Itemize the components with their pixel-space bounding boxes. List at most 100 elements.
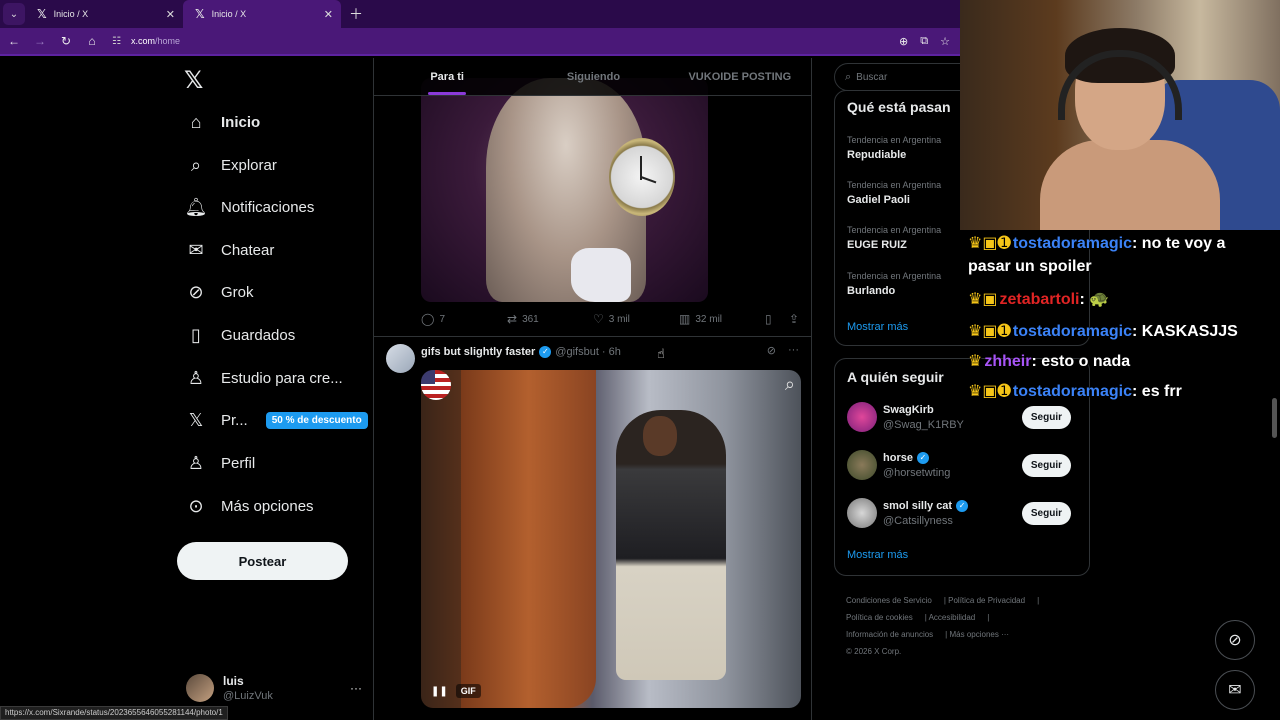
reply-button[interactable]: ◯ 7 bbox=[421, 312, 445, 326]
avatar[interactable] bbox=[386, 344, 415, 373]
suggestion-handle: @horsetwting bbox=[883, 466, 951, 479]
nav-item-explorar[interactable]: ⌕ Explorar bbox=[186, 145, 277, 185]
show-more-trends-link[interactable]: Mostrar más bbox=[847, 321, 908, 333]
like-button[interactable]: ♡ 3 mil bbox=[593, 312, 630, 326]
show-more-follow-link[interactable]: Mostrar más bbox=[847, 549, 908, 561]
nav-item-label: Notificaciones bbox=[221, 198, 315, 216]
nav-item-notificaciones[interactable]: 🔔︎ Notificaciones bbox=[184, 187, 315, 227]
suggestion-handle: @Catsillyness bbox=[883, 514, 953, 527]
page-scrollbar[interactable] bbox=[1272, 398, 1277, 438]
url-field[interactable]: ☷ x.com/home bbox=[112, 36, 180, 47]
nav-item-estudio[interactable]: ♙ Estudio para cre... bbox=[186, 358, 343, 398]
chat-text: KASKASJJS bbox=[1141, 323, 1238, 340]
url-path: /home bbox=[154, 36, 180, 46]
nav-item-chatear[interactable]: ✉ Chatear bbox=[186, 230, 274, 270]
more-dots-icon[interactable]: ··· bbox=[350, 681, 362, 695]
footer-link[interactable]: Condiciones de Servicio bbox=[846, 596, 932, 605]
new-tab-icon[interactable]: ＋ bbox=[349, 4, 363, 24]
streamer-torso bbox=[1040, 140, 1220, 230]
post-button[interactable]: Postear bbox=[177, 542, 348, 580]
coat-figure bbox=[461, 370, 596, 708]
nav-item-label: Explorar bbox=[221, 156, 277, 174]
nav-item-label: Inicio bbox=[221, 113, 261, 131]
more-dots-icon[interactable]: ··· bbox=[788, 344, 799, 357]
nav-item-grok[interactable]: ⊘ Grok bbox=[186, 272, 254, 312]
footer-link[interactable]: Información de anuncios bbox=[846, 630, 933, 639]
footer-link[interactable]: Política de cookies bbox=[846, 613, 913, 622]
chat-message: ♛▣➊ tostadoramagic: no te voy a pasar un … bbox=[968, 235, 1226, 275]
zoom-icon[interactable]: ⊕ bbox=[899, 35, 908, 48]
post-divider bbox=[374, 336, 811, 337]
feed-tabs: Para ti Siguiendo VUKOIDE POSTING bbox=[374, 58, 811, 96]
tab-vukoide-posting[interactable]: VUKOIDE POSTING bbox=[667, 58, 811, 95]
mouse-cursor-icon: ☝ bbox=[657, 346, 665, 361]
webcam-overlay bbox=[960, 0, 1280, 230]
bookmark-icon[interactable]: ▯ bbox=[765, 312, 772, 326]
link-hover-status: https://x.com/Sixrande/status/2023655646… bbox=[0, 706, 228, 720]
chat-badges-icon: ♛▣➊ bbox=[968, 383, 1011, 400]
chat-message: ♛ zhheir: esto o nada bbox=[968, 353, 1131, 370]
face bbox=[643, 416, 677, 456]
account-switcher[interactable]: luis @LuizVuk ··· bbox=[186, 670, 366, 706]
nav-item-premium[interactable]: 𝕏 Pr... 50 % de descuento bbox=[186, 400, 368, 440]
mail-icon: ✉ bbox=[188, 239, 204, 260]
reload-icon[interactable]: ↻ bbox=[54, 34, 78, 48]
nav-item-mas-opciones[interactable]: ⊙ Más opciones bbox=[186, 486, 313, 526]
chat-username: zetabartoli bbox=[999, 291, 1080, 308]
nav-item-perfil[interactable]: ♙ Perfil bbox=[186, 443, 255, 483]
share-icon[interactable]: ⇪ bbox=[789, 312, 799, 326]
bookmark-icon: ▯ bbox=[191, 324, 201, 345]
nav-item-guardados[interactable]: ▯ Guardados bbox=[186, 315, 295, 355]
who-to-follow-title: A quién seguir bbox=[847, 369, 944, 385]
post-author-name[interactable]: gifs but slightly faster bbox=[421, 346, 535, 358]
site-info-icon[interactable]: ☷ bbox=[112, 36, 121, 47]
discount-badge: 50 % de descuento bbox=[265, 411, 368, 429]
chat-badges-icon: ♛▣➊ bbox=[968, 323, 1011, 340]
verified-badge-icon: ✓ bbox=[916, 451, 929, 464]
tab-siguiendo[interactable]: Siguiendo bbox=[520, 58, 666, 95]
back-icon[interactable]: ← bbox=[2, 34, 26, 48]
forward-icon[interactable]: → bbox=[28, 34, 52, 48]
nav-item-inicio[interactable]: ⌂ Inicio bbox=[186, 102, 261, 142]
chat-message: ♛▣➊ tostadoramagic: KASKASJJS bbox=[968, 323, 1238, 340]
x-favicon-icon: 𝕏 bbox=[37, 7, 47, 21]
post-image-cat-with-watch[interactable] bbox=[421, 78, 708, 302]
main-feed: Para ti Siguiendo VUKOIDE POSTING ◯ 7 ⇄ … bbox=[373, 58, 812, 720]
trends-title: Qué está pasan bbox=[847, 99, 951, 115]
post-gif[interactable]: ⌕ ❚❚ GIF bbox=[421, 370, 801, 708]
repost-button[interactable]: ⇄ 361 bbox=[507, 312, 539, 326]
grok-floating-button[interactable]: ⊘ bbox=[1215, 620, 1255, 660]
x-logo-icon[interactable]: 𝕏 bbox=[184, 66, 203, 95]
messages-floating-button[interactable]: ✉ bbox=[1215, 670, 1255, 710]
install-app-icon[interactable]: ⧉ bbox=[920, 35, 928, 48]
suggestion-handle: @Swag_K1RBY bbox=[883, 418, 964, 431]
bookmark-star-icon[interactable]: ☆ bbox=[940, 35, 950, 48]
tab-para-ti[interactable]: Para ti bbox=[374, 58, 520, 95]
nav-item-label: Pr... bbox=[221, 411, 248, 429]
grok-icon: ⊘ bbox=[188, 281, 204, 302]
nav-item-label: Perfil bbox=[221, 454, 256, 472]
grok-explain-icon[interactable]: ⊘ bbox=[767, 344, 776, 357]
chat-message: ♛▣➊ tostadoramagic: es frr bbox=[968, 383, 1182, 400]
post-time[interactable]: 6h bbox=[609, 346, 621, 358]
pause-icon[interactable]: ❚❚ bbox=[431, 686, 448, 697]
x-favicon-icon: 𝕏 bbox=[195, 7, 205, 21]
browser-tab-2[interactable]: 𝕏 Inicio / X ✕ bbox=[183, 0, 341, 28]
tab-list-dropdown[interactable]: ⌄ bbox=[3, 3, 25, 25]
mail-icon: ✉ bbox=[1228, 682, 1242, 699]
post-author-handle[interactable]: @gifsbut bbox=[555, 346, 599, 358]
copyright: © 2026 X Corp. bbox=[846, 647, 902, 656]
chat-badges-icon: ♛ bbox=[968, 353, 983, 370]
repost-count: 361 bbox=[522, 313, 539, 325]
avatar bbox=[847, 402, 877, 432]
home-browser-icon[interactable]: ⌂ bbox=[80, 34, 104, 48]
nav-item-label: Grok bbox=[221, 283, 254, 301]
grok-icon: ⊘ bbox=[1228, 632, 1242, 649]
close-tab-icon[interactable]: ✕ bbox=[166, 8, 175, 21]
close-tab-icon[interactable]: ✕ bbox=[324, 8, 333, 21]
magnifier-icon: ⌕ bbox=[784, 374, 795, 394]
views-button[interactable]: ▥ 32 mil bbox=[679, 312, 722, 326]
bell-icon: 🔔︎ bbox=[184, 196, 208, 217]
pocket-watch bbox=[609, 138, 675, 216]
browser-tab-1[interactable]: 𝕏 Inicio / X ✕ bbox=[25, 0, 183, 28]
